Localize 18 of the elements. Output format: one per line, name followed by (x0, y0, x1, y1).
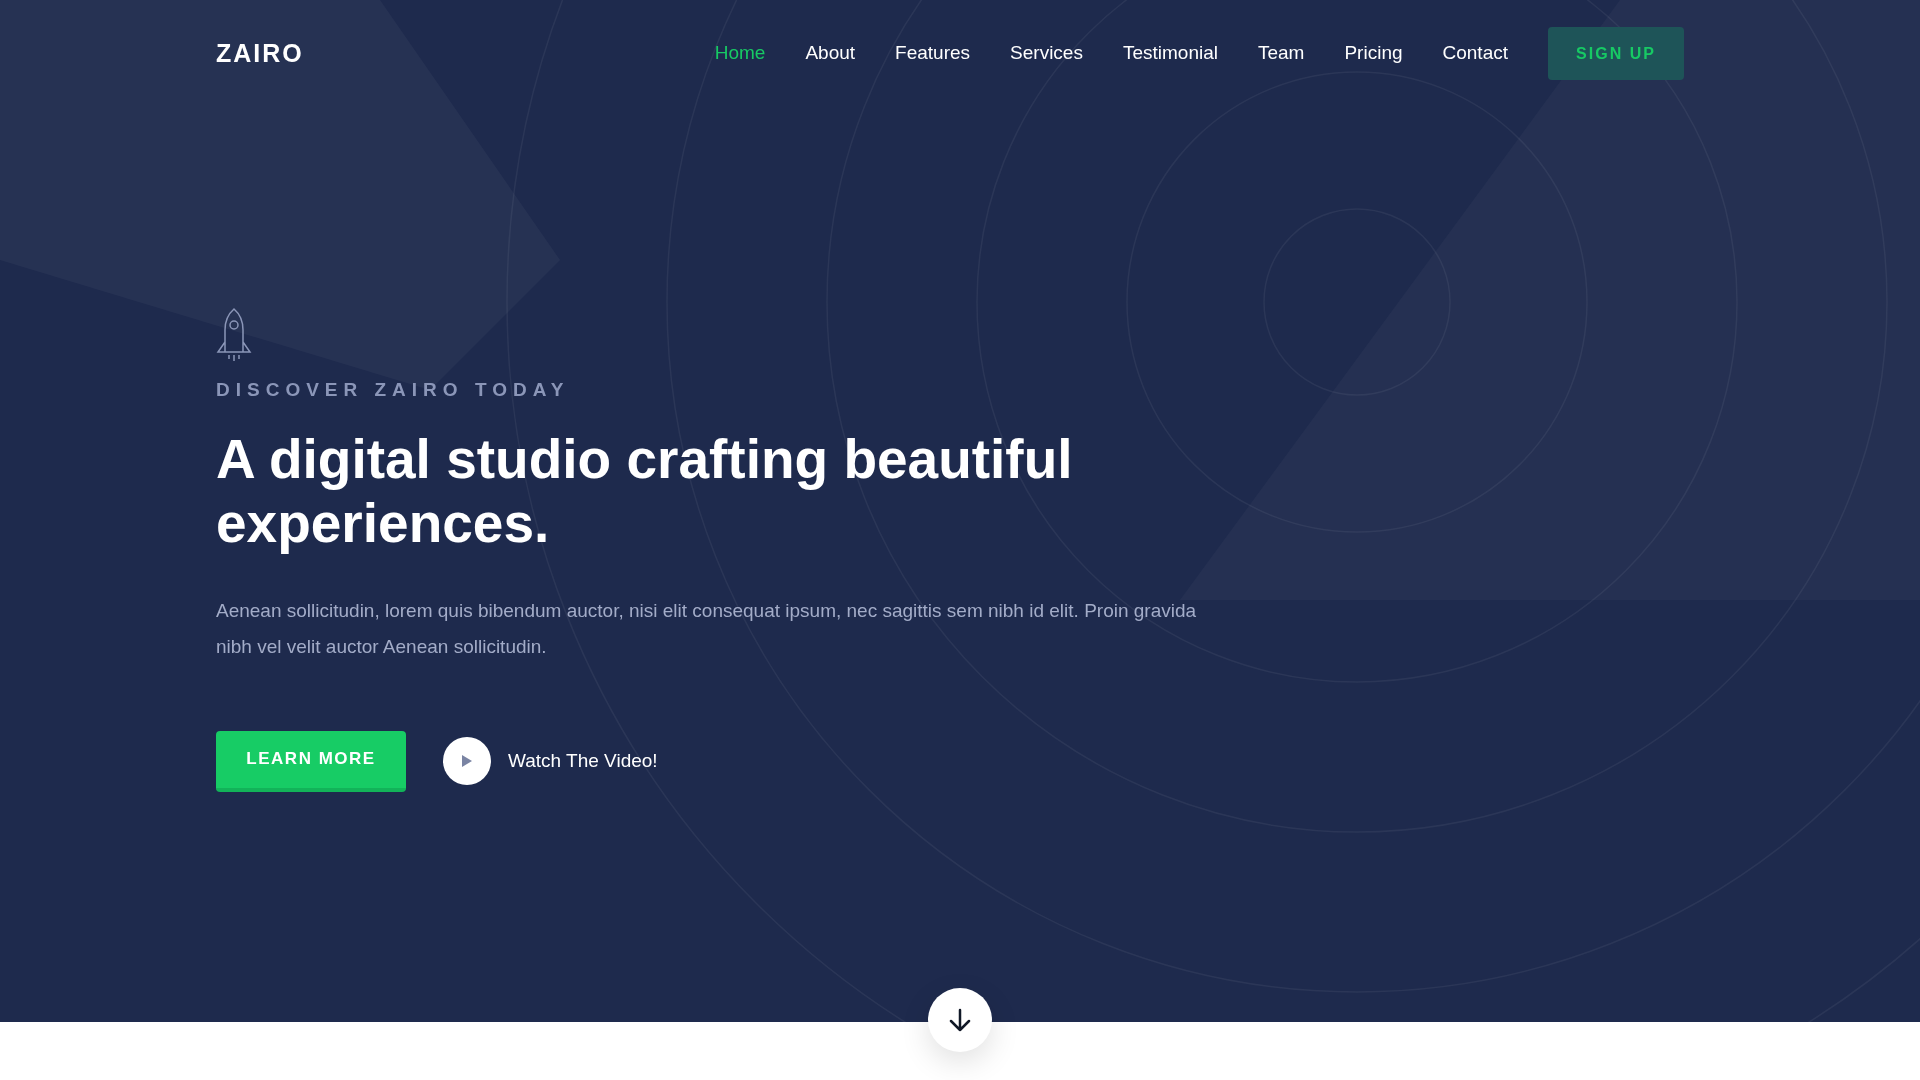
nav-link[interactable]: Features (895, 39, 971, 68)
arrow-down-icon (949, 1008, 971, 1032)
logo[interactable]: ZAIRO (216, 41, 304, 66)
nav-link[interactable]: Home (714, 39, 766, 68)
play-icon (462, 755, 472, 767)
nav-link[interactable]: Pricing (1344, 39, 1403, 68)
watch-video-link[interactable]: Watch The Video! (508, 746, 658, 776)
sign-up-button[interactable]: SIGN UP (1548, 27, 1684, 80)
nav-link[interactable]: Contact (1442, 39, 1508, 68)
nav-link[interactable]: Services (1010, 39, 1083, 68)
rocket-icon (216, 308, 252, 362)
hero-description: Aenean sollicitudin, lorem quis bibendum auctor, nisi elit consequat ipsum, nec sagittis sem nibh id elit. Proin gravida nibh vel velit auctor Aenean sollicitudin. (216, 598, 1198, 659)
play-button[interactable] (443, 737, 491, 785)
nav-link[interactable]: About (805, 39, 856, 68)
nav-link[interactable]: Team (1257, 39, 1305, 68)
eyebrow-text: DISCOVER ZAIRO TODAY (216, 378, 571, 402)
hero-headline: A digital studio crafting beautiful experiences. (216, 426, 1074, 555)
nav-link[interactable]: Testimonial (1122, 39, 1218, 68)
